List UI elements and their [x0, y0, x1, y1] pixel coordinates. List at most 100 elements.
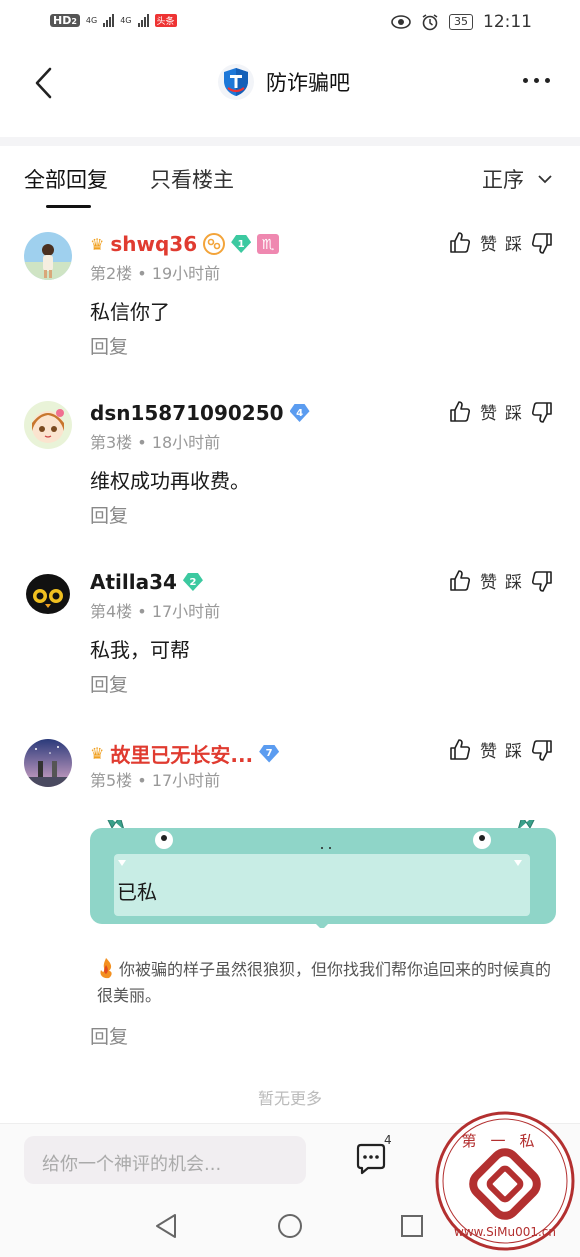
username[interactable]: dsn15871090250 4 — [90, 401, 310, 425]
more-options-icon[interactable] — [523, 78, 550, 83]
status-bar: HD2 4G 4G 头条 35 12:11 — [0, 0, 580, 44]
vote-actions: 赞 踩 — [448, 230, 554, 255]
crown-icon: ♛ — [90, 744, 105, 763]
status-right: 35 12:11 — [391, 12, 532, 32]
thumbs-up-icon[interactable] — [448, 231, 472, 255]
scorpio-badge-icon: ♏ — [257, 234, 280, 254]
active-tab-indicator — [46, 205, 91, 208]
dislike-label[interactable]: 踩 — [505, 399, 522, 424]
page-title: 防诈骗吧 — [266, 71, 350, 95]
flame-icon — [100, 958, 112, 979]
chevron-down-icon — [538, 174, 552, 183]
triangle-back-icon — [156, 1214, 176, 1238]
level-badge: 7 — [259, 744, 280, 763]
avatar[interactable] — [24, 739, 72, 787]
reply-filter-tabs: 全部回复 只看楼主 正序 — [0, 146, 580, 210]
vote-actions: 赞 踩 — [448, 399, 554, 424]
comment-item: ♛ shwq36 1 ♏ 第2楼 • 19小时前 私信你了 回复 赞 踩 — [0, 228, 580, 368]
crown-icon: ♛ — [90, 234, 105, 254]
avatar[interactable] — [24, 570, 72, 618]
username-text: shwq36 — [110, 232, 198, 256]
sort-order-label: 正序 — [482, 168, 524, 192]
dislike-label[interactable]: 踩 — [505, 230, 522, 255]
tab-all-replies[interactable]: 全部回复 — [24, 164, 108, 194]
thumbs-down-icon[interactable] — [530, 231, 554, 255]
clock: 12:11 — [483, 12, 532, 32]
circle-home-icon — [278, 1214, 302, 1238]
thumbs-down-icon[interactable] — [530, 569, 554, 593]
network-label-1: 4G — [85, 15, 98, 25]
watermark-seal-graphic: 第一私 www.SiMu001.cn — [435, 1111, 575, 1251]
comment-text: 私我，可帮 — [90, 638, 190, 662]
level-badge: 4 — [289, 404, 310, 422]
sort-order-dropdown[interactable]: 正序 — [482, 164, 552, 194]
thumbs-down-icon[interactable] — [530, 738, 554, 762]
nav-back-button[interactable] — [146, 1212, 186, 1240]
network-label-2: 4G — [120, 15, 132, 25]
reply-button[interactable]: 回复 — [90, 1022, 128, 1049]
comment-text: 已私 — [117, 880, 157, 904]
username[interactable]: ♛ shwq36 1 ♏ — [90, 232, 280, 256]
section-divider — [0, 137, 580, 146]
reply-button[interactable]: 回复 — [90, 501, 128, 528]
svg-text:www.SiMu001.cn: www.SiMu001.cn — [454, 1225, 556, 1239]
floor-and-time: 第5楼 • 17小时前 — [90, 771, 221, 790]
shield-icon — [224, 68, 248, 96]
level-badge: 2 — [182, 573, 203, 591]
floor-and-time: 第4楼 • 17小时前 — [90, 602, 221, 621]
username-text: Atilla34 — [90, 570, 177, 594]
comment-bubble-icon[interactable] — [354, 1142, 388, 1176]
dislike-label[interactable]: 踩 — [505, 737, 522, 762]
avatar[interactable] — [24, 401, 72, 449]
forum-logo — [218, 64, 254, 100]
alarm-icon — [422, 14, 438, 31]
comment-item: dsn15871090250 4 第3楼 • 18小时前 维权成功再收费。 回复… — [0, 397, 580, 537]
nav-home-button[interactable] — [270, 1212, 310, 1240]
thumbs-up-icon[interactable] — [448, 569, 472, 593]
comment-text: 私信你了 — [90, 300, 170, 324]
quoted-slogan: 你被骗的样子虽然很狼狈，但你找我们帮你追回来的时候真的很美丽。 — [97, 957, 557, 1009]
vote-actions: 赞 踩 — [448, 568, 554, 593]
monster-bubble-graphic — [90, 811, 556, 930]
thumbs-up-icon[interactable] — [448, 738, 472, 762]
comment-bubble-frame: 已私 — [90, 811, 556, 930]
comment-item: Atilla34 2 第4楼 • 17小时前 私我，可帮 回复 赞 踩 — [0, 566, 580, 706]
nav-recents-button[interactable] — [392, 1212, 432, 1240]
no-more-label: 暂无更多 — [257, 1089, 322, 1108]
like-label[interactable]: 赞 — [480, 737, 497, 762]
battery-indicator: 35 — [449, 14, 473, 30]
svg-text:第一私: 第一私 — [461, 1132, 548, 1150]
like-label[interactable]: 赞 — [480, 230, 497, 255]
site-watermark-stamp: 第一私 www.SiMu001.cn — [434, 1110, 576, 1252]
square-recents-icon — [401, 1215, 423, 1237]
thumbs-up-icon[interactable] — [448, 400, 472, 424]
comment-input[interactable]: 给你一个神评的机会... — [24, 1136, 306, 1184]
vote-actions: 赞 踩 — [448, 737, 554, 762]
signal-icon — [103, 13, 115, 27]
signal-icon-2 — [137, 13, 149, 27]
reply-button[interactable]: 回复 — [90, 670, 128, 697]
thumbs-down-icon[interactable] — [530, 400, 554, 424]
username[interactable]: Atilla34 2 — [90, 570, 203, 594]
quote-text: 你被骗的样子虽然很狼狈，但你找我们帮你追回来的时候真的很美丽。 — [97, 960, 552, 1005]
like-label[interactable]: 赞 — [480, 399, 497, 424]
comment-text: 维权成功再收费。 — [90, 469, 250, 493]
status-left: HD2 4G 4G 头条 — [50, 13, 177, 27]
reply-button[interactable]: 回复 — [90, 332, 128, 359]
toutiao-badge: 头条 — [154, 13, 177, 27]
back-arrow-icon[interactable] — [32, 66, 58, 100]
username-text: 故里已无长安... — [110, 743, 254, 767]
cancer-zodiac-icon — [203, 233, 226, 255]
forum-title-group[interactable]: 防诈骗吧 — [218, 64, 350, 100]
top-nav-bar: 防诈骗吧 — [0, 44, 580, 120]
avatar[interactable] — [24, 232, 72, 280]
eye-icon — [391, 15, 411, 29]
floor-and-time: 第3楼 • 18小时前 — [90, 433, 221, 452]
like-label[interactable]: 赞 — [480, 568, 497, 593]
tab-owner-only[interactable]: 只看楼主 — [150, 164, 234, 194]
username[interactable]: ♛ 故里已无长安... 7 — [90, 739, 280, 768]
hd-badge: HD2 — [50, 13, 80, 27]
comment-count: 4 — [384, 1133, 392, 1147]
username-text: dsn15871090250 — [90, 401, 284, 425]
dislike-label[interactable]: 踩 — [505, 568, 522, 593]
